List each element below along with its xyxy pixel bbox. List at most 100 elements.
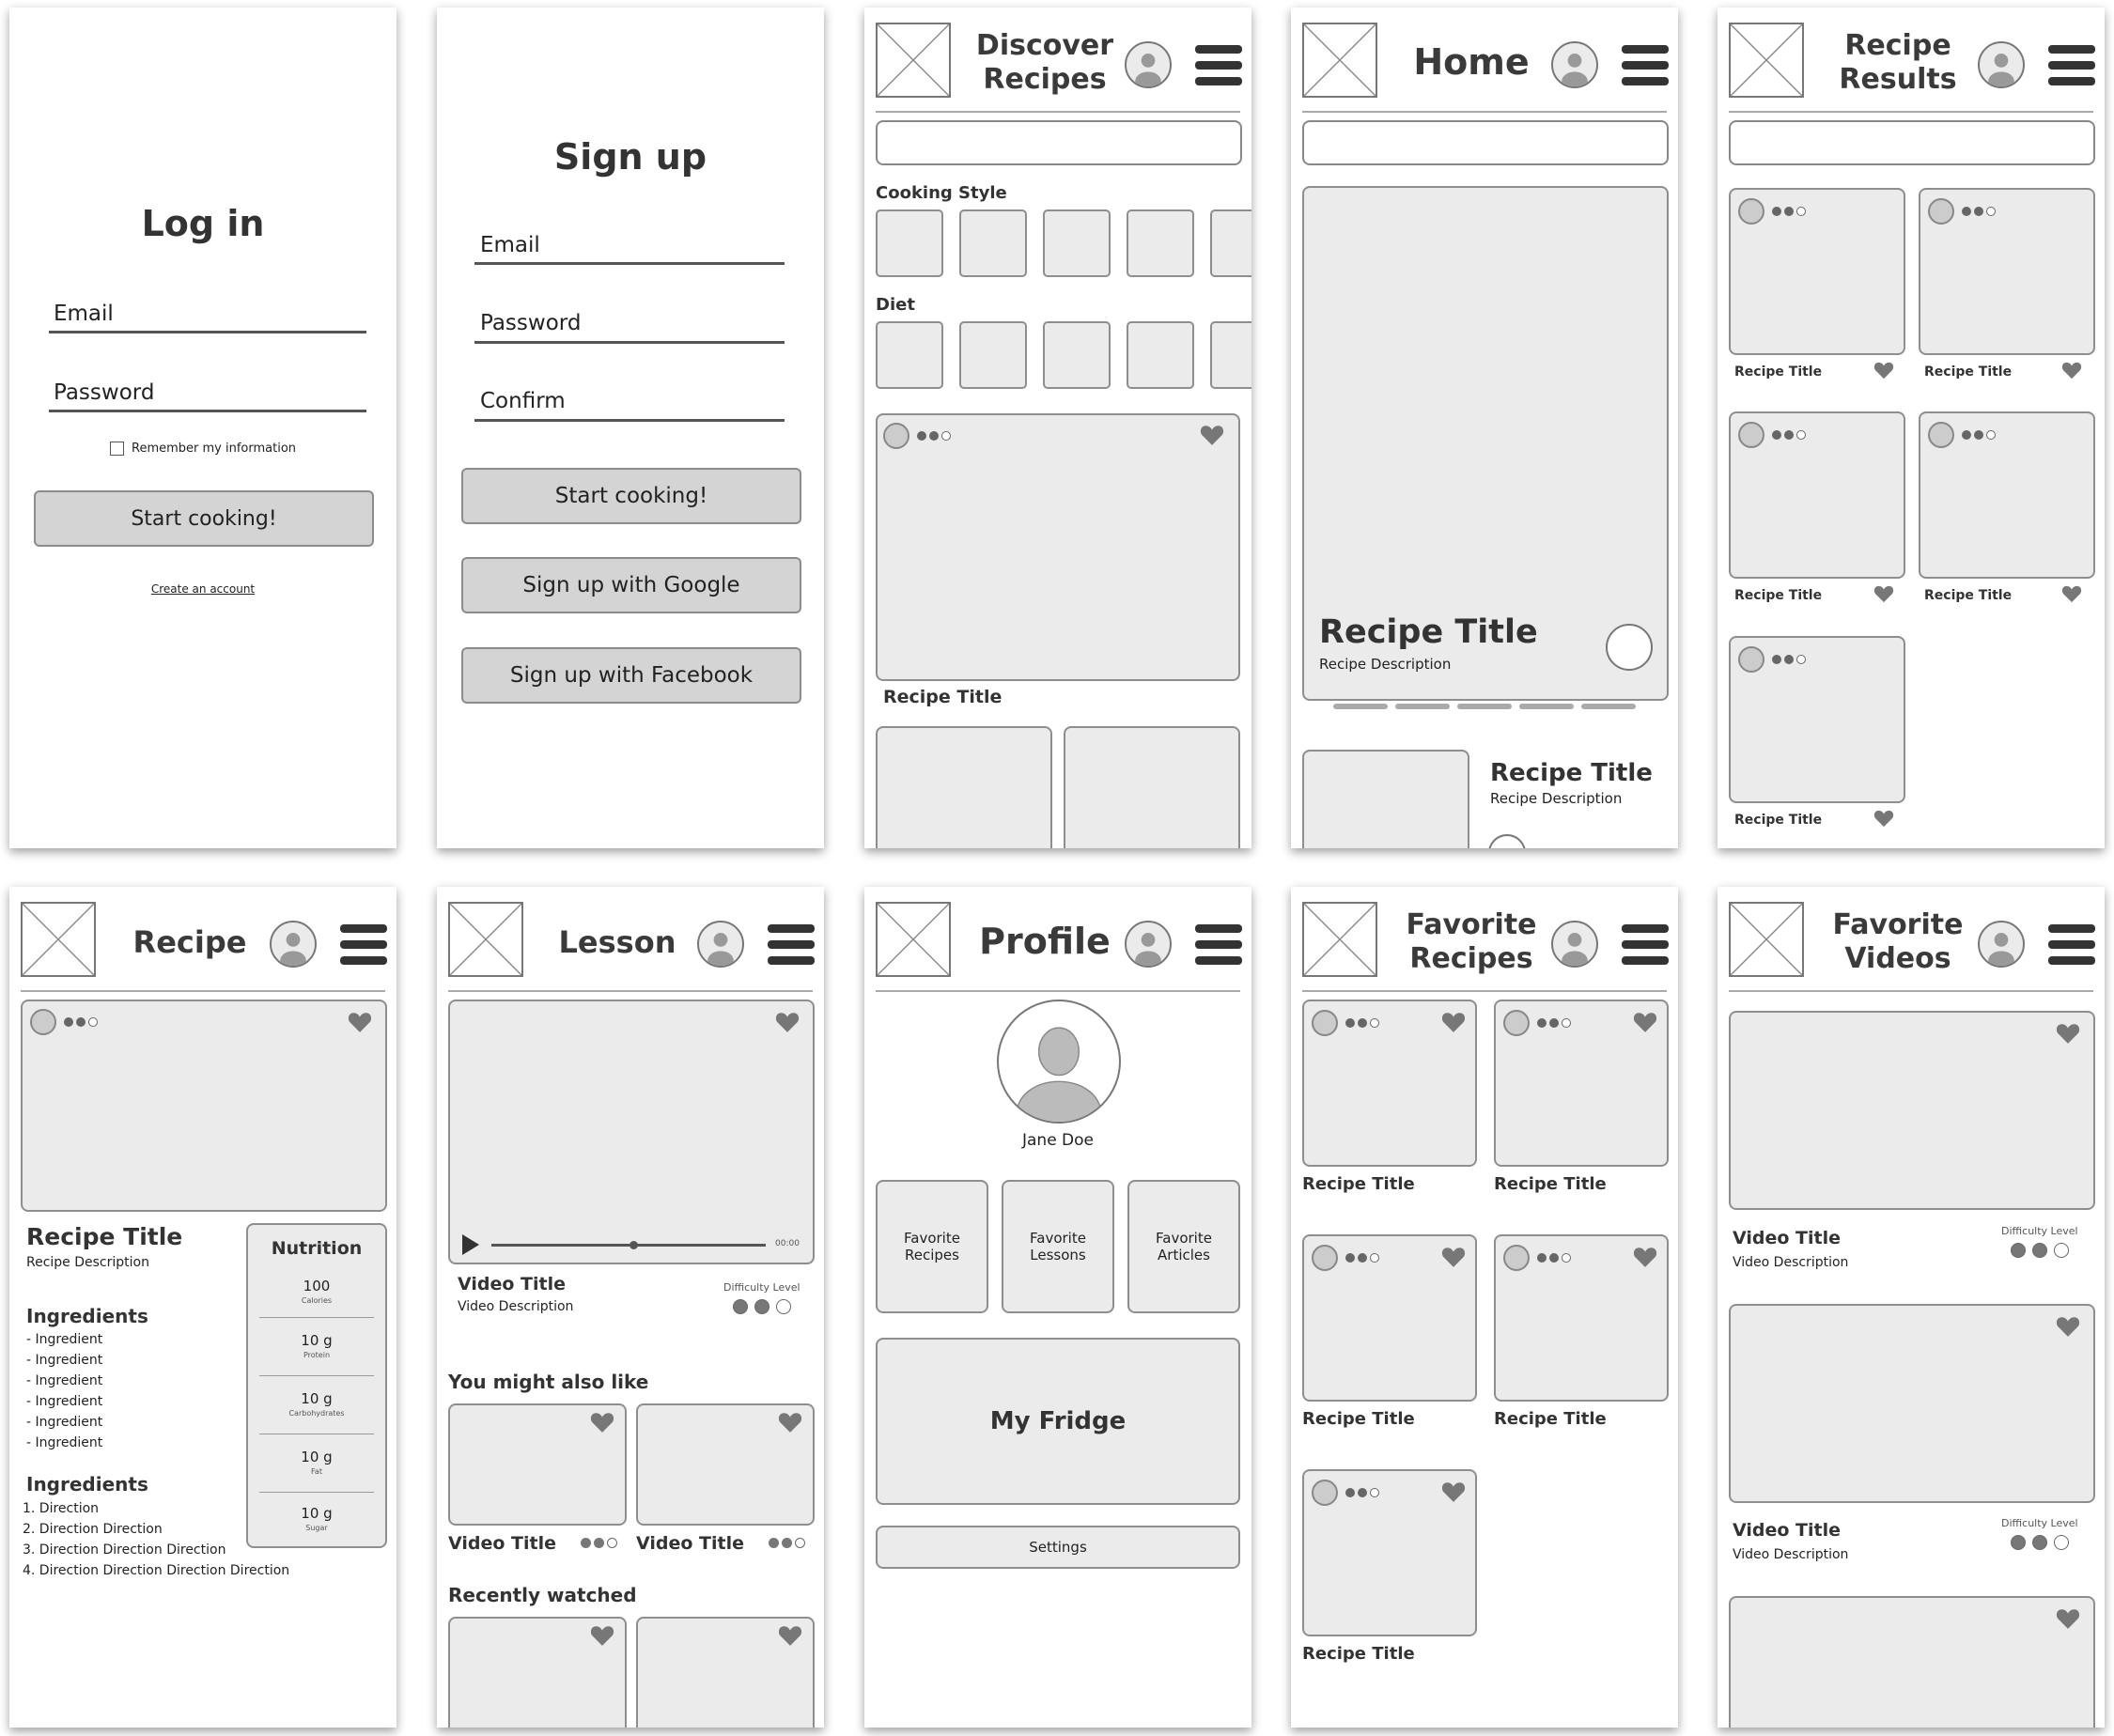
password-label[interactable]: Password <box>480 311 581 335</box>
recipe-title[interactable]: Recipe Title <box>1734 588 1822 603</box>
favorite-heart-icon[interactable] <box>2056 1315 2080 1338</box>
facebook-signup-button[interactable]: Sign up with Facebook <box>461 647 801 704</box>
my-fridge-button[interactable]: My Fridge <box>876 1338 1240 1505</box>
favorite-heart-icon[interactable] <box>1873 361 1894 380</box>
video-title[interactable]: Video Title <box>1733 1228 1841 1248</box>
carousel-indicator[interactable] <box>1519 704 1574 709</box>
recipe-title[interactable]: Recipe Title <box>883 687 1002 707</box>
favorite-heart-icon[interactable] <box>348 1011 372 1033</box>
email-field-line[interactable] <box>474 262 785 265</box>
play-button[interactable] <box>1606 624 1653 671</box>
favorite-articles-button[interactable]: Favorite Articles <box>1127 1180 1240 1313</box>
recipe-title[interactable]: Recipe Title <box>1734 364 1822 380</box>
favorite-heart-icon[interactable] <box>778 1411 802 1434</box>
recommended-video-title[interactable]: Video Title <box>636 1533 744 1554</box>
cooking-style-option[interactable] <box>876 209 943 277</box>
favorite-heart-icon[interactable] <box>590 1411 614 1434</box>
avatar-icon[interactable] <box>1978 921 2025 968</box>
favorite-heart-icon[interactable] <box>775 1011 800 1033</box>
recommended-video-title[interactable]: Video Title <box>448 1533 556 1554</box>
remember-checkbox[interactable] <box>110 442 124 456</box>
carousel-indicator[interactable] <box>1457 704 1512 709</box>
confirm-label[interactable]: Confirm <box>480 389 566 413</box>
favorite-heart-icon[interactable] <box>1441 1011 1466 1033</box>
start-cooking-button[interactable]: Start cooking! <box>34 490 374 547</box>
profile-avatar-icon[interactable] <box>997 1000 1121 1124</box>
diet-option[interactable] <box>959 321 1027 389</box>
favorite-lessons-button[interactable]: Favorite Lessons <box>1002 1180 1114 1313</box>
video-card[interactable] <box>1729 1596 2095 1728</box>
search-input[interactable] <box>1729 120 2095 165</box>
recipe-card-image[interactable] <box>1302 750 1469 848</box>
carousel-indicator[interactable] <box>1395 704 1450 709</box>
recipe-title[interactable]: Recipe Title <box>1924 588 2012 603</box>
search-input[interactable] <box>876 120 1242 165</box>
avatar-icon[interactable] <box>697 921 744 968</box>
recipe-card-image[interactable] <box>1064 726 1240 848</box>
favorite-heart-icon[interactable] <box>1200 424 1224 446</box>
favorite-heart-icon[interactable] <box>1873 584 1894 603</box>
recipe-title[interactable]: Recipe Title <box>1490 759 1653 787</box>
password-label[interactable]: Password <box>54 380 154 405</box>
settings-button[interactable]: Settings <box>876 1526 1240 1569</box>
favorite-heart-icon[interactable] <box>1441 1246 1466 1268</box>
password-field-line[interactable] <box>474 341 785 344</box>
recipe-title[interactable]: Recipe Title <box>1494 1409 1607 1429</box>
search-input[interactable] <box>1302 120 1669 165</box>
diet-option[interactable] <box>1210 321 1251 389</box>
start-cooking-button[interactable]: Start cooking! <box>461 468 801 524</box>
email-label[interactable]: Email <box>480 233 540 257</box>
cooking-style-option[interactable] <box>1043 209 1111 277</box>
carousel-indicator[interactable] <box>1581 704 1636 709</box>
avatar-icon[interactable] <box>1125 921 1172 968</box>
hamburger-menu-icon[interactable] <box>2048 924 2095 966</box>
recipe-title[interactable]: Recipe Title <box>1924 364 2012 380</box>
create-account-link[interactable]: Create an account <box>9 582 396 596</box>
favorite-heart-icon[interactable] <box>2061 584 2082 603</box>
recipe-title[interactable]: Recipe Title <box>1734 813 1822 828</box>
hamburger-menu-icon[interactable] <box>1195 924 1242 966</box>
favorite-heart-icon[interactable] <box>2056 1022 2080 1045</box>
avatar-icon[interactable] <box>1551 41 1598 88</box>
recipe-title[interactable]: Recipe Title <box>1302 1409 1415 1429</box>
video-player[interactable] <box>448 1000 815 1264</box>
hamburger-menu-icon[interactable] <box>1195 45 1242 86</box>
recipe-card-image[interactable] <box>876 413 1240 681</box>
diet-option[interactable] <box>876 321 943 389</box>
cooking-style-option[interactable] <box>1127 209 1194 277</box>
avatar-icon[interactable] <box>1551 921 1598 968</box>
video-card[interactable] <box>1729 1304 2095 1503</box>
confirm-field-line[interactable] <box>474 419 785 422</box>
video-title[interactable]: Video Title <box>1733 1520 1841 1541</box>
recipe-card-image[interactable] <box>876 726 1052 848</box>
email-field-line[interactable] <box>49 331 366 333</box>
hamburger-menu-icon[interactable] <box>1622 45 1669 86</box>
recipe-title[interactable]: Recipe Title <box>1302 1174 1415 1194</box>
cooking-style-option[interactable] <box>959 209 1027 277</box>
diet-option[interactable] <box>1043 321 1111 389</box>
carousel-indicator[interactable] <box>1333 704 1388 709</box>
avatar-icon[interactable] <box>270 921 317 968</box>
video-card[interactable] <box>1729 1011 2095 1210</box>
favorite-recipes-button[interactable]: Favorite Recipes <box>876 1180 988 1313</box>
email-label[interactable]: Email <box>54 302 114 326</box>
favorite-heart-icon[interactable] <box>1633 1011 1657 1033</box>
favorite-heart-icon[interactable] <box>590 1624 614 1647</box>
favorite-heart-icon[interactable] <box>1633 1246 1657 1268</box>
favorite-heart-icon[interactable] <box>1873 809 1894 828</box>
password-field-line[interactable] <box>49 410 366 412</box>
play-button[interactable] <box>1488 834 1526 848</box>
recipe-title[interactable]: Recipe Title <box>1302 1644 1415 1664</box>
hamburger-menu-icon[interactable] <box>1622 924 1669 966</box>
favorite-heart-icon[interactable] <box>1441 1480 1466 1503</box>
avatar-icon[interactable] <box>1125 41 1172 88</box>
avatar-icon[interactable] <box>1978 41 2025 88</box>
diet-option[interactable] <box>1127 321 1194 389</box>
play-icon[interactable] <box>462 1234 479 1255</box>
favorite-heart-icon[interactable] <box>2056 1607 2080 1630</box>
hamburger-menu-icon[interactable] <box>768 924 815 966</box>
favorite-heart-icon[interactable] <box>778 1624 802 1647</box>
video-progress-handle[interactable] <box>630 1241 638 1249</box>
cooking-style-option[interactable] <box>1210 209 1251 277</box>
hamburger-menu-icon[interactable] <box>2048 45 2095 86</box>
